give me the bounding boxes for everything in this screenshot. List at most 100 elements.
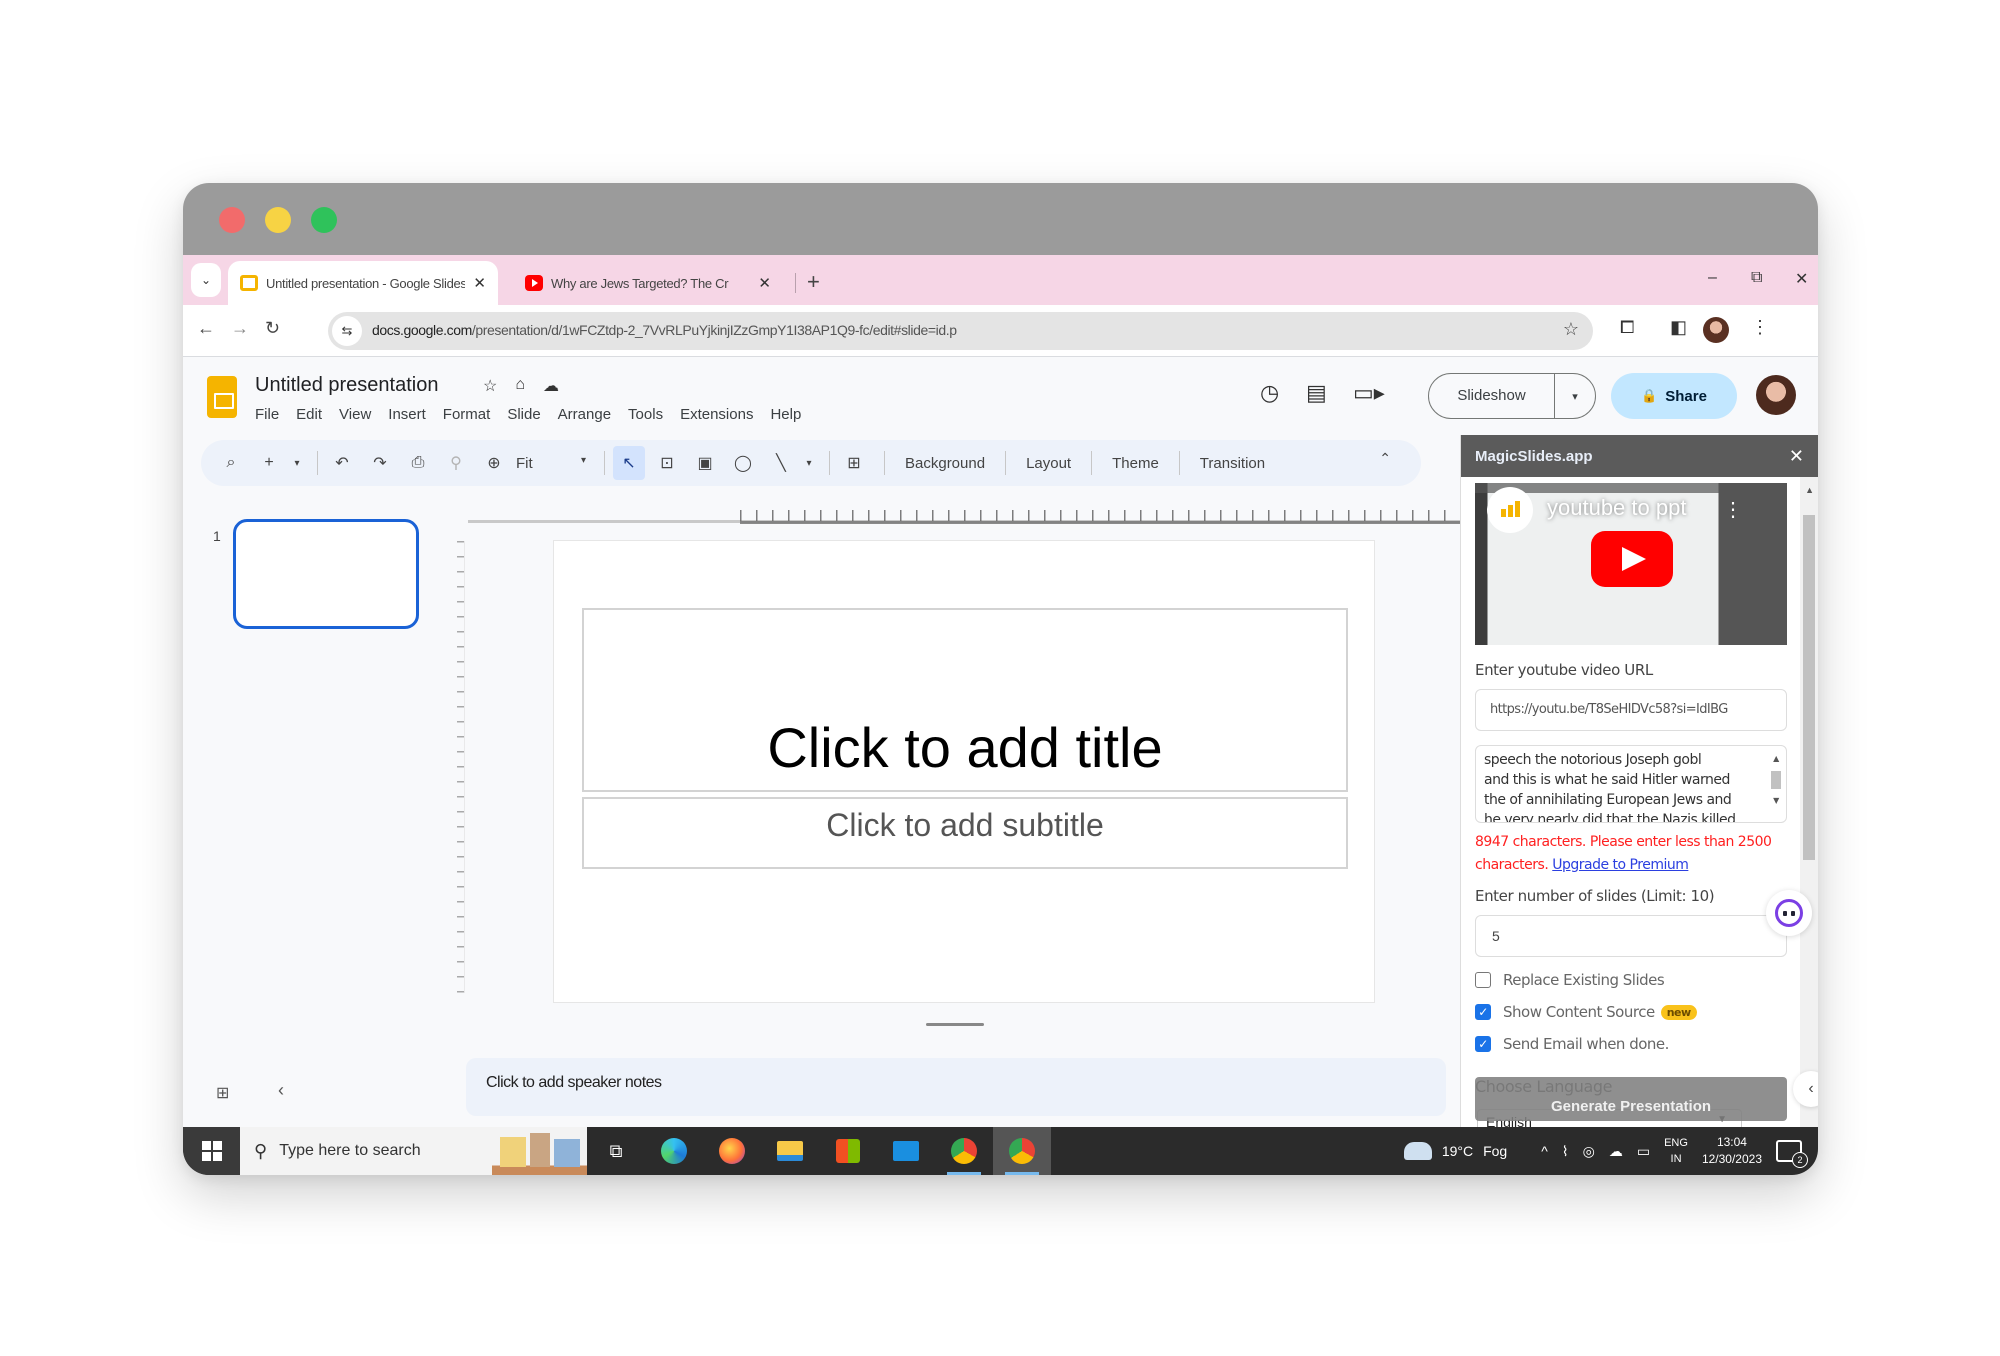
minimize-window-dot[interactable] — [265, 207, 291, 233]
reload-icon[interactable]: ↻ — [265, 318, 280, 339]
share-button[interactable]: 🔒 Share — [1611, 373, 1737, 419]
video-menu-icon[interactable]: ⋮ — [1723, 497, 1743, 522]
checkbox-checked[interactable]: ✓ — [1475, 1036, 1491, 1052]
menu-extensions[interactable]: Extensions — [680, 406, 753, 423]
youtube-url-input[interactable]: https://youtu.be/T8SeHIDVc58?si=IdIBG — [1475, 689, 1787, 731]
slide-canvas[interactable]: Click to add title Click to add subtitle — [553, 540, 1375, 1003]
menu-arrange[interactable]: Arrange — [558, 406, 611, 423]
taskbar-chrome-2[interactable] — [993, 1127, 1051, 1175]
generate-presentation-button[interactable]: Generate Presentation — [1475, 1077, 1787, 1121]
zoom-icon[interactable]: ⊕ — [478, 446, 510, 480]
move-folder-icon[interactable]: ⌂ — [515, 376, 525, 396]
close-icon[interactable]: ✕ — [1789, 446, 1804, 467]
send-email-checkbox[interactable]: ✓ Send Email when done. — [1475, 1035, 1787, 1053]
zoom-select[interactable]: Fit ▾ — [516, 455, 586, 472]
system-clock[interactable]: 13:04 12/30/2023 — [1702, 1134, 1762, 1168]
menu-file[interactable]: File — [255, 406, 279, 423]
google-slides-logo[interactable] — [207, 376, 237, 418]
print-icon[interactable]: ⎙ — [402, 446, 434, 480]
account-avatar[interactable] — [1756, 375, 1796, 415]
restore-button[interactable]: ⧉ — [1751, 269, 1762, 287]
menu-format[interactable]: Format — [443, 406, 491, 423]
back-icon[interactable]: ← — [197, 318, 215, 339]
cloud-status-icon[interactable]: ☁ — [543, 376, 559, 396]
star-icon[interactable]: ☆ — [483, 376, 497, 396]
version-history-icon[interactable]: ◷ — [1260, 380, 1279, 406]
taskbar-search[interactable]: ⚲ Type here to search — [240, 1127, 492, 1175]
task-view-button[interactable]: ⧉ — [587, 1127, 645, 1175]
subtitle-placeholder[interactable]: Click to add subtitle — [582, 797, 1348, 869]
new-tab-button[interactable]: + — [807, 269, 820, 295]
document-title[interactable]: Untitled presentation — [255, 374, 438, 397]
menu-edit[interactable]: Edit — [296, 406, 322, 423]
show-source-checkbox[interactable]: ✓ Show Content Source new — [1475, 1003, 1787, 1021]
select-cursor-icon[interactable]: ↖ — [613, 446, 645, 480]
textarea-scrollbar[interactable]: ▲ ▼ — [1769, 749, 1783, 805]
minimize-button[interactable]: – — [1708, 269, 1717, 287]
network-icon[interactable]: ⌇ — [1562, 1143, 1569, 1160]
menu-slide[interactable]: Slide — [507, 406, 540, 423]
show-hidden-icons[interactable]: ^ — [1541, 1143, 1548, 1159]
insert-image-icon[interactable]: ▣ — [689, 446, 721, 480]
redo-icon[interactable]: ↷ — [364, 446, 396, 480]
url-text[interactable]: docs.google.com/presentation/d/1wFCZtdp-… — [372, 322, 957, 338]
new-slide-icon[interactable]: + — [253, 446, 285, 480]
start-button[interactable] — [183, 1127, 240, 1175]
tab-youtube[interactable]: Why are Jews Targeted? The Cr ✕ — [513, 261, 783, 305]
checkbox-checked[interactable]: ✓ — [1475, 1004, 1491, 1020]
weather-widget[interactable]: 19°C Fog — [1403, 1142, 1507, 1160]
grid-view-icon[interactable]: ⊞ — [216, 1083, 229, 1103]
play-button-icon[interactable] — [1591, 531, 1673, 587]
notes-resize-handle[interactable] — [926, 1023, 984, 1026]
menu-tools[interactable]: Tools — [628, 406, 663, 423]
search-menus-icon[interactable]: ⌕ — [215, 446, 247, 480]
line-dropdown-icon[interactable]: ▾ — [803, 446, 815, 480]
taskbar-firefox[interactable] — [703, 1127, 761, 1175]
taskbar-store[interactable] — [819, 1127, 877, 1175]
taskbar-file-explorer[interactable] — [761, 1127, 819, 1175]
scroll-up-icon[interactable]: ▲ — [1805, 485, 1814, 495]
add-comment-icon[interactable]: ⊞ — [838, 446, 870, 480]
comments-icon[interactable]: ▤ — [1306, 380, 1327, 406]
address-bar[interactable]: ⇆ docs.google.com/presentation/d/1wFCZtd… — [328, 312, 1593, 350]
close-button[interactable]: ✕ — [1795, 269, 1808, 289]
side-panel-icon[interactable]: ◧ — [1670, 317, 1687, 338]
slideshow-button[interactable]: Slideshow ▾ — [1428, 373, 1596, 419]
undo-icon[interactable]: ↶ — [326, 446, 358, 480]
replace-slides-checkbox[interactable]: Replace Existing Slides — [1475, 971, 1787, 989]
maximize-window-dot[interactable] — [311, 207, 337, 233]
transcript-textarea[interactable]: speech the notorious Joseph gobl and thi… — [1475, 745, 1787, 823]
menu-help[interactable]: Help — [770, 406, 801, 423]
close-icon[interactable]: ✕ — [758, 274, 771, 292]
tab-search-button[interactable]: ⌄ — [191, 263, 221, 297]
kebab-menu-icon[interactable]: ⋮ — [1751, 317, 1769, 338]
title-placeholder[interactable]: Click to add title — [582, 608, 1348, 792]
forward-icon[interactable]: → — [231, 318, 249, 339]
checkbox-unchecked[interactable] — [1475, 972, 1491, 988]
youtube-video-embed[interactable]: youtube to ppt ⋮ — [1475, 483, 1787, 645]
bookmark-star-icon[interactable]: ☆ — [1563, 319, 1579, 340]
line-icon[interactable]: ╲ — [765, 446, 797, 480]
background-button[interactable]: Background — [893, 455, 997, 472]
panel-scrollbar-thumb[interactable] — [1803, 515, 1815, 860]
extensions-icon[interactable]: ⧠ — [1620, 317, 1634, 338]
taskbar-mail[interactable] — [877, 1127, 935, 1175]
transition-button[interactable]: Transition — [1188, 455, 1277, 472]
collapse-filmstrip-icon[interactable]: ‹ — [278, 1080, 284, 1101]
close-icon[interactable]: ✕ — [473, 274, 486, 292]
taskbar-edge[interactable] — [645, 1127, 703, 1175]
slides-count-input[interactable]: 5 — [1475, 915, 1787, 957]
collapse-toolbar-icon[interactable]: ⌃ — [1379, 450, 1391, 467]
onedrive-icon[interactable]: ☁ — [1609, 1143, 1623, 1160]
menu-insert[interactable]: Insert — [388, 406, 426, 423]
slideshow-label[interactable]: Slideshow — [1429, 374, 1555, 418]
tab-google-slides[interactable]: Untitled presentation - Google Slides ✕ — [228, 261, 498, 305]
webcam-icon[interactable]: ◎ — [1583, 1143, 1595, 1160]
site-info-icon[interactable]: ⇆ — [332, 316, 362, 346]
slide-thumbnail[interactable] — [233, 519, 419, 629]
paint-format-icon[interactable]: ⚲ — [440, 446, 472, 480]
text-box-icon[interactable]: ⊡ — [651, 446, 683, 480]
upgrade-premium-link[interactable]: Upgrade to Premium — [1552, 857, 1689, 873]
video-title[interactable]: youtube to ppt — [1547, 495, 1686, 521]
assistant-chat-button[interactable] — [1766, 890, 1812, 936]
